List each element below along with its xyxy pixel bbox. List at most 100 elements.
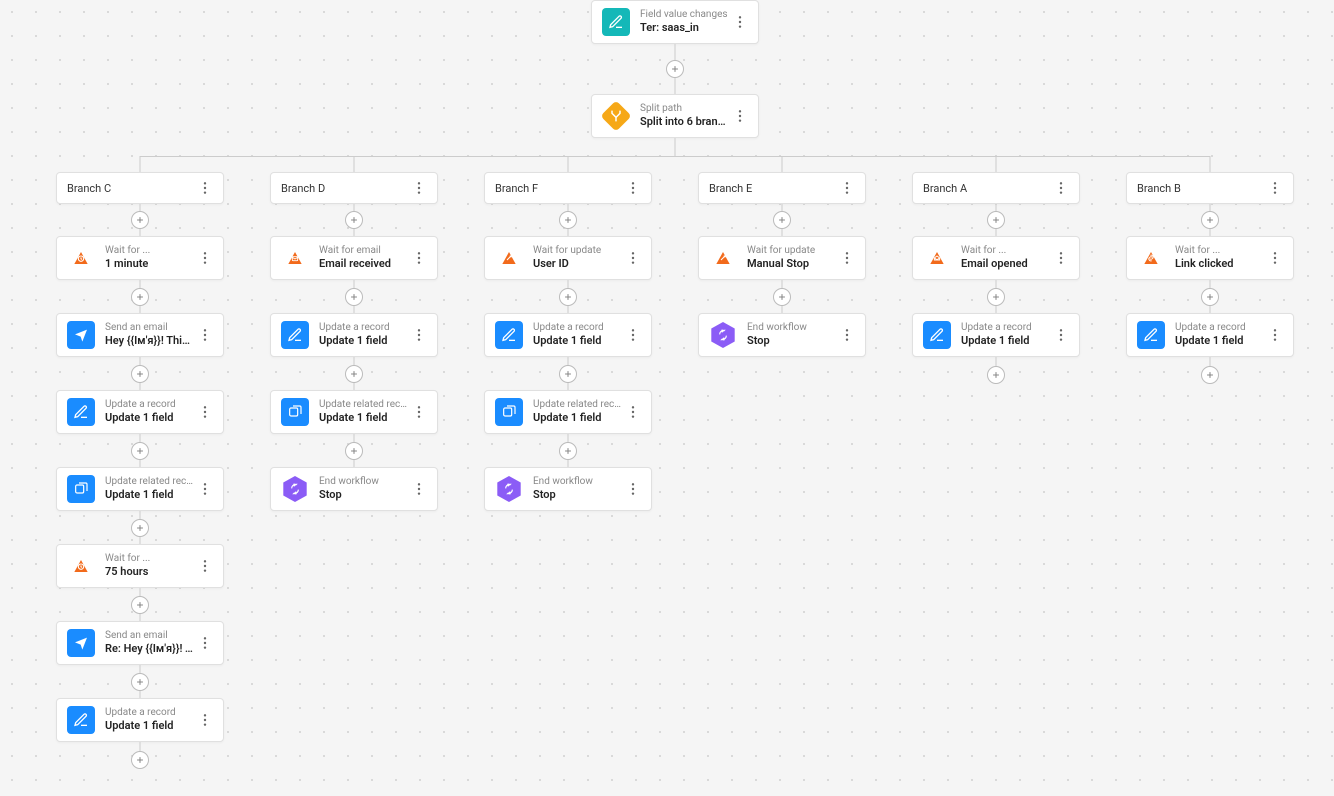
more-icon[interactable] <box>732 14 748 30</box>
node-subtitle: Wait for ... <box>105 245 193 257</box>
branch-header[interactable]: Branch C <box>56 172 224 204</box>
step-node[interactable]: Send an emailRe: Hey {{Ім'я}}! This ... <box>56 621 224 665</box>
add-step-button[interactable] <box>987 288 1005 306</box>
branch-header[interactable]: Branch F <box>484 172 652 204</box>
more-icon[interactable] <box>197 712 213 728</box>
node-subtitle: Field value changes <box>640 9 728 21</box>
step-node[interactable]: Wait for updateManual Stop <box>698 236 866 280</box>
add-step-button[interactable] <box>345 211 363 229</box>
add-step-button[interactable] <box>131 673 149 691</box>
branch-label: Branch A <box>923 182 1053 195</box>
stop-icon <box>709 321 737 349</box>
step-node[interactable]: Update a recordUpdate 1 field <box>484 313 652 357</box>
step-node[interactable]: Update a recordUpdate 1 field <box>56 698 224 742</box>
step-node[interactable]: Update related recordsUpdate 1 field <box>270 390 438 434</box>
add-step-button[interactable] <box>987 211 1005 229</box>
add-step-button[interactable] <box>987 366 1005 384</box>
add-step-button[interactable] <box>131 519 149 537</box>
more-icon[interactable] <box>411 180 427 196</box>
step-node[interactable]: Update a recordUpdate 1 field <box>270 313 438 357</box>
more-icon[interactable] <box>411 250 427 266</box>
add-step-button[interactable] <box>559 442 577 460</box>
more-icon[interactable] <box>1053 180 1069 196</box>
more-icon[interactable] <box>625 250 641 266</box>
add-step-button[interactable] <box>131 596 149 614</box>
wait-email-icon <box>281 244 309 272</box>
more-icon[interactable] <box>625 404 641 420</box>
add-step-button[interactable] <box>559 288 577 306</box>
more-icon[interactable] <box>197 250 213 266</box>
more-icon[interactable] <box>1053 250 1069 266</box>
add-step-button[interactable] <box>131 751 149 769</box>
step-node[interactable]: Wait for ...Link clicked <box>1126 236 1294 280</box>
node-subtitle: Update a record <box>533 322 621 334</box>
more-icon[interactable] <box>197 558 213 574</box>
add-step-button[interactable] <box>1201 288 1219 306</box>
add-step-button[interactable] <box>773 211 791 229</box>
add-step-button[interactable] <box>1201 366 1219 384</box>
more-icon[interactable] <box>197 635 213 651</box>
more-icon[interactable] <box>625 481 641 497</box>
branch-label: Branch E <box>709 182 839 195</box>
node-subtitle: Update a record <box>105 399 193 411</box>
step-node[interactable]: Wait for ...Email opened <box>912 236 1080 280</box>
add-step-button[interactable] <box>345 288 363 306</box>
split-node[interactable]: Split pathSplit into 6 branches <box>591 94 759 138</box>
branch-header[interactable]: Branch A <box>912 172 1080 204</box>
more-icon[interactable] <box>197 327 213 343</box>
add-step-button[interactable] <box>666 60 684 78</box>
step-node[interactable]: Wait for emailEmail received <box>270 236 438 280</box>
step-node[interactable]: Update related recordsUpdate 1 field <box>56 467 224 511</box>
connector-line <box>782 156 783 172</box>
add-step-button[interactable] <box>345 365 363 383</box>
step-node[interactable]: End workflowStop <box>698 313 866 357</box>
stop-icon <box>495 475 523 503</box>
more-icon[interactable] <box>411 481 427 497</box>
node-title: Email opened <box>961 257 1049 271</box>
node-title: 1 minute <box>105 257 193 271</box>
add-step-button[interactable] <box>345 442 363 460</box>
add-step-button[interactable] <box>559 211 577 229</box>
add-step-button[interactable] <box>559 365 577 383</box>
more-icon[interactable] <box>1053 327 1069 343</box>
more-icon[interactable] <box>839 327 855 343</box>
branch-header[interactable]: Branch D <box>270 172 438 204</box>
step-node[interactable]: Update a recordUpdate 1 field <box>912 313 1080 357</box>
more-icon[interactable] <box>197 404 213 420</box>
more-icon[interactable] <box>1267 250 1283 266</box>
add-step-button[interactable] <box>131 442 149 460</box>
more-icon[interactable] <box>1267 180 1283 196</box>
step-node[interactable]: End workflowStop <box>484 467 652 511</box>
step-node[interactable]: Update related recordsUpdate 1 field <box>484 390 652 434</box>
step-node[interactable]: Send an emailHey {{Ім'я}}! This is t... <box>56 313 224 357</box>
more-icon[interactable] <box>1267 327 1283 343</box>
wait-link-icon <box>1137 244 1165 272</box>
step-node[interactable]: Update a recordUpdate 1 field <box>1126 313 1294 357</box>
more-icon[interactable] <box>625 180 641 196</box>
send-email-icon <box>67 321 95 349</box>
more-icon[interactable] <box>839 180 855 196</box>
step-node[interactable]: Wait for updateUser ID <box>484 236 652 280</box>
more-icon[interactable] <box>839 250 855 266</box>
add-step-button[interactable] <box>131 365 149 383</box>
step-node[interactable]: Wait for ...1 minute <box>56 236 224 280</box>
add-step-button[interactable] <box>1201 211 1219 229</box>
branch-header[interactable]: Branch E <box>698 172 866 204</box>
more-icon[interactable] <box>411 327 427 343</box>
more-icon[interactable] <box>411 404 427 420</box>
branch-label: Branch C <box>67 182 197 195</box>
more-icon[interactable] <box>625 327 641 343</box>
node-subtitle: Update related records <box>105 476 193 488</box>
more-icon[interactable] <box>197 180 213 196</box>
step-node[interactable]: Update a recordUpdate 1 field <box>56 390 224 434</box>
more-icon[interactable] <box>732 108 748 124</box>
branch-header[interactable]: Branch B <box>1126 172 1294 204</box>
add-step-button[interactable] <box>131 288 149 306</box>
trigger-node[interactable]: Field value changesTer: saas_in <box>591 0 759 44</box>
add-step-button[interactable] <box>773 288 791 306</box>
more-icon[interactable] <box>197 481 213 497</box>
step-node[interactable]: Wait for ...75 hours <box>56 544 224 588</box>
add-step-button[interactable] <box>131 211 149 229</box>
step-node[interactable]: End workflowStop <box>270 467 438 511</box>
node-title: Update 1 field <box>105 719 193 733</box>
